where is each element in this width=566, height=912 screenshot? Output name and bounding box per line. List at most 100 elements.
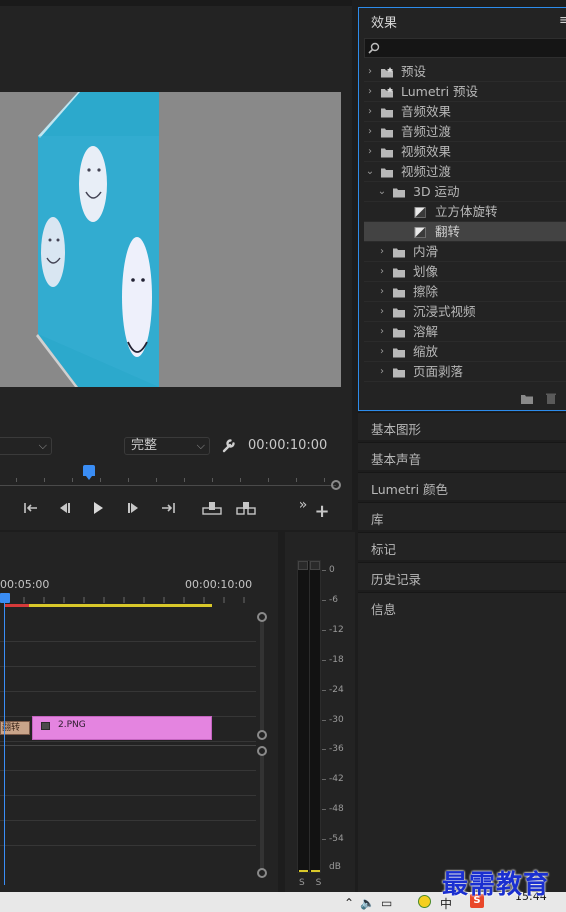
effects-tree-item[interactable]: ⌄ 3D 运动 — [364, 182, 566, 202]
chevron-right-icon[interactable]: › — [377, 282, 387, 302]
chevron-right-icon[interactable]: › — [365, 62, 375, 82]
scroll-handle-top[interactable] — [257, 612, 267, 622]
step-back-button[interactable] — [55, 500, 73, 518]
effects-tree-item[interactable]: › 沉浸式视频 — [364, 302, 566, 322]
db-label: -24 — [329, 685, 344, 695]
go-to-out-icon — [162, 503, 175, 513]
panel-label: 历史记录 — [371, 572, 422, 587]
chevron-right-icon[interactable]: › — [365, 142, 375, 162]
video-preview[interactable] — [0, 92, 341, 387]
extract-icon — [236, 502, 256, 515]
trash-icon[interactable] — [545, 392, 557, 405]
panel-lumetri-color[interactable]: Lumetri 颜色 — [358, 472, 566, 500]
go-to-out-button[interactable] — [159, 500, 177, 518]
effects-tree-item[interactable]: › 划像 — [364, 262, 566, 282]
chevron-right-icon[interactable]: › — [377, 242, 387, 262]
zoom-level-select[interactable]: ⌵ — [0, 437, 52, 455]
transition-icon — [414, 227, 426, 238]
db-label: -30 — [329, 715, 344, 725]
solo-buttons[interactable]: S S — [299, 878, 325, 888]
network-icon[interactable]: ▭ — [381, 896, 398, 910]
panel-markers[interactable]: 标记 — [358, 532, 566, 560]
work-area-bar[interactable] — [4, 604, 212, 607]
chevron-right-icon[interactable]: › — [365, 122, 375, 142]
timeline-playhead-handle[interactable] — [0, 593, 10, 603]
monitor-time-ruler[interactable] — [0, 485, 336, 486]
track-divider — [0, 820, 256, 821]
chevron-right-icon[interactable]: › — [377, 362, 387, 382]
panel-info[interactable]: 信息 — [358, 592, 566, 892]
effects-tree-item[interactable]: › 视频效果 — [364, 142, 566, 162]
more-controls-icon[interactable]: » — [294, 496, 312, 514]
folder-icon — [381, 148, 393, 158]
folder-icon — [393, 288, 405, 298]
monitor-playhead[interactable] — [83, 465, 95, 480]
play-button[interactable] — [89, 500, 107, 518]
fx-badge-icon — [41, 722, 50, 730]
effects-tree-item[interactable]: › 预设 — [364, 62, 566, 82]
effects-tree-item[interactable]: ⌄ 视频过渡 — [364, 162, 566, 182]
effects-tree-label: 翻转 — [435, 224, 461, 239]
folder-icon — [381, 168, 393, 178]
chevron-right-icon[interactable]: › — [377, 342, 387, 362]
step-forward-button[interactable] — [125, 500, 143, 518]
hamburger-icon[interactable]: ≡ — [559, 13, 566, 28]
panel-libraries[interactable]: 库 — [358, 502, 566, 530]
chevron-right-icon[interactable]: › — [365, 102, 375, 122]
effects-tree-label: 划像 — [413, 264, 439, 279]
lift-button[interactable] — [201, 500, 223, 518]
chevron-right-icon[interactable]: › — [377, 262, 387, 282]
timeline-vertical-scrollbar[interactable] — [257, 612, 267, 882]
app-tray-icon[interactable] — [418, 895, 431, 908]
effects-tree-item[interactable]: › 音频过渡 — [364, 122, 566, 142]
effects-tree-label: 立方体旋转 — [435, 204, 498, 219]
effects-tree-label: 预设 — [401, 64, 427, 79]
effects-tree-item[interactable]: › Lumetri 预设 — [364, 82, 566, 102]
chevron-down-icon[interactable]: ⌄ — [365, 162, 375, 182]
track-divider — [0, 741, 256, 742]
effects-tree-item[interactable]: › 缩放 — [364, 342, 566, 362]
clip-indicator-left[interactable] — [298, 561, 308, 570]
panel-history[interactable]: 历史记录 — [358, 562, 566, 590]
db-label: 0 — [329, 565, 335, 575]
video-clip[interactable]: 2.PNG — [32, 716, 212, 740]
scroll-handle-bottom[interactable] — [257, 730, 267, 740]
lift-icon — [202, 502, 222, 515]
chevron-right-icon[interactable]: › — [377, 302, 387, 322]
effects-tree-item[interactable]: › 擦除 — [364, 282, 566, 302]
effects-tree-item[interactable]: › 溶解 — [364, 322, 566, 342]
scroll-handle-bottom[interactable] — [257, 868, 267, 878]
ruler-label-10s: 00:00:10:00 — [185, 578, 253, 591]
go-to-in-icon — [24, 503, 37, 513]
panel-essential-graphics[interactable]: 基本图形 — [358, 412, 566, 440]
timeline-ruler[interactable] — [0, 597, 250, 603]
effects-tree-item[interactable]: 立方体旋转 — [364, 202, 566, 222]
chevron-up-icon[interactable]: ⌃ — [344, 896, 360, 910]
folder-icon — [393, 188, 405, 198]
zoom-scroll-handle[interactable] — [331, 480, 341, 490]
step-back-icon — [60, 503, 70, 513]
extract-button[interactable] — [235, 500, 257, 518]
chevron-right-icon[interactable]: › — [377, 322, 387, 342]
effects-tree-item[interactable]: › 内滑 — [364, 242, 566, 262]
playhead-timecode[interactable]: 00:00:10:00 — [248, 438, 327, 453]
chevron-right-icon[interactable]: › — [365, 82, 375, 102]
effects-tree-label: 视频效果 — [401, 144, 452, 159]
effects-tree-item[interactable]: › 页面剥落 — [364, 362, 566, 382]
monitor-header — [0, 0, 352, 6]
chevron-down-icon[interactable]: ⌄ — [377, 182, 387, 202]
effects-search-input[interactable] — [364, 38, 566, 58]
panel-title[interactable]: 效果 — [371, 12, 397, 31]
effects-tree-item[interactable]: › 音频效果 — [364, 102, 566, 122]
clip-indicator-right[interactable] — [310, 561, 320, 570]
button-editor-add-icon[interactable]: + — [313, 503, 331, 521]
panel-essential-sound[interactable]: 基本声音 — [358, 442, 566, 470]
wrench-icon[interactable] — [221, 437, 237, 453]
new-bin-icon[interactable] — [520, 393, 534, 405]
scroll-handle-top[interactable] — [257, 746, 267, 756]
effects-tree-item[interactable]: 翻转 — [364, 222, 566, 242]
speaker-icon[interactable]: 🔈 — [360, 896, 381, 910]
playback-resolution-select[interactable]: 完整 ⌵ — [124, 437, 210, 455]
track-divider — [0, 691, 256, 692]
go-to-in-button[interactable] — [22, 500, 40, 518]
